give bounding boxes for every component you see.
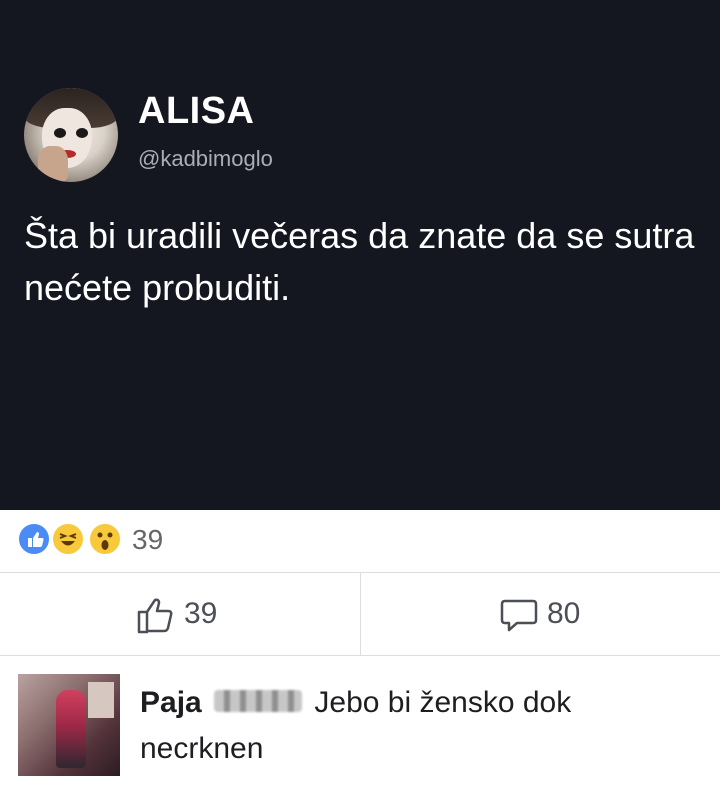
comment-text: Jebo bi žensko dok necrknen: [140, 686, 572, 765]
comment: Paja Jebo bi žensko dok necrknen: [0, 656, 720, 798]
wow-reaction-icon: [88, 522, 122, 556]
haha-reaction-icon: [51, 522, 85, 556]
tweet-text: Šta bi uradili večeras da znate da se su…: [24, 215, 695, 308]
tweet-author-name: ALISA: [138, 90, 255, 132]
blurred-surname: [214, 690, 303, 713]
comment-button[interactable]: 80: [360, 573, 720, 655]
commenter-avatar[interactable]: [18, 674, 120, 776]
tweet-screenshot: ALISA @kadbimoglo Šta bi uradili večeras…: [0, 0, 720, 510]
comment-body: Paja Jebo bi žensko dok necrknen: [140, 680, 700, 772]
thumbs-up-icon: [137, 598, 173, 634]
commenter-name[interactable]: Paja: [140, 686, 202, 719]
like-reaction-icon: [17, 522, 51, 556]
reactions-count: 39: [132, 524, 164, 555]
reactions-summary[interactable]: 39: [0, 510, 720, 573]
tweet-author-handle: @kadbimoglo: [138, 146, 273, 171]
comment-bubble-icon: [500, 599, 538, 632]
post-actions-bar: 39 80: [0, 573, 720, 656]
comment-count: 80: [547, 597, 581, 630]
like-button[interactable]: 39: [0, 573, 360, 655]
tweet-author-avatar: [24, 88, 118, 182]
like-count: 39: [184, 597, 218, 630]
